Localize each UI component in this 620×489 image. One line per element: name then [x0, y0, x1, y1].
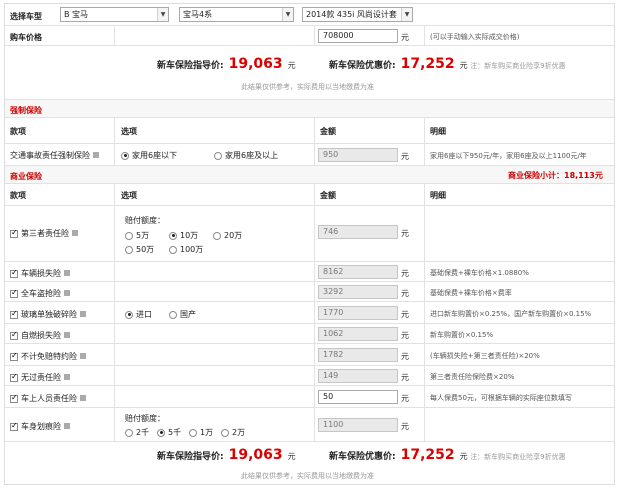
- passenger-amount-input[interactable]: 50: [318, 390, 398, 404]
- radio-icon: [125, 310, 133, 319]
- checkbox-icon[interactable]: [10, 268, 18, 278]
- radio-icon: [125, 245, 133, 254]
- help-icon[interactable]: [72, 229, 78, 236]
- radio-icon: [125, 231, 133, 240]
- checkbox-icon[interactable]: [10, 372, 18, 382]
- scratch-amount: 1100: [318, 418, 398, 432]
- glass-amount: 1770: [318, 306, 398, 320]
- chevron-down-icon: ▼: [157, 8, 168, 21]
- checkbox-icon[interactable]: [10, 351, 18, 361]
- scratch-option-1w[interactable]: 1万: [189, 427, 213, 438]
- vehicle-damage-row: 车辆损失险 8162 元 基础保费+裸车价格×1.0880%: [5, 262, 614, 282]
- no-fault-amount: 149: [318, 369, 398, 383]
- scratch-option-5k[interactable]: 5千: [157, 427, 181, 438]
- help-icon[interactable]: [64, 289, 70, 296]
- help-icon[interactable]: [64, 269, 70, 276]
- third-party-option-50w[interactable]: 50万: [125, 244, 154, 255]
- third-party-amount: 746: [318, 225, 398, 239]
- purchase-price-row: 购车价格 708000 元 (可以手动输入实际成交价格): [5, 26, 614, 46]
- help-icon[interactable]: [93, 151, 99, 158]
- scratch-row: 车身划痕险 赔付额度： 2千 5千 1万 2万 1100 元: [5, 408, 614, 442]
- radio-icon: [221, 428, 229, 437]
- scratch-option-2k[interactable]: 2千: [125, 427, 149, 438]
- radio-icon: [169, 245, 177, 254]
- radio-icon: [169, 231, 177, 240]
- guide-price-value: 19,063: [228, 56, 283, 72]
- compulsory-amount: 950: [318, 148, 398, 162]
- third-party-row: 第三者责任险 赔付额度： 5万 10万 20万 50万 100万 746 元: [5, 206, 614, 262]
- insurance-calculator: 选择车型 B 宝马 ▼ 宝马4系 ▼ 2014款 435i 风尚设计套 ▼ 购车…: [4, 3, 615, 485]
- guide-price-bottom: 新车保险指导价: 19,063 元: [157, 447, 296, 463]
- help-icon[interactable]: [80, 352, 86, 359]
- commercial-title: 商业保险: [10, 172, 42, 181]
- self-ignition-amount: 1062: [318, 327, 398, 341]
- third-party-option-20w[interactable]: 20万: [213, 230, 242, 241]
- checkbox-icon[interactable]: [10, 309, 18, 319]
- third-party-option-10w[interactable]: 10万: [169, 230, 198, 241]
- summary-bottom: 新车保险指导价: 19,063 元 新车保险优惠价: 17,252 元 注：新车购买商业…: [5, 442, 614, 484]
- passenger-row: 车上人员责任险 50 元 每人保费50元，可根据车辆的实际座位数填写: [5, 386, 614, 408]
- compulsory-option-6plus[interactable]: 家用6座及以上: [214, 150, 278, 161]
- chevron-down-icon: ▼: [282, 8, 293, 21]
- radio-icon: [121, 151, 129, 160]
- radio-icon: [125, 428, 133, 437]
- glass-row: 玻璃单独破碎险 进口 国产 1770 元 进口新车购置价×0.25%，国产新车购…: [5, 302, 614, 324]
- help-icon[interactable]: [80, 310, 86, 317]
- guide-price: 新车保险指导价: 19,063 元: [157, 56, 296, 72]
- compulsory-detail: 家用6座以下950元/年，家用6座及以上1100元/年: [430, 152, 587, 160]
- checkbox-icon[interactable]: [10, 288, 18, 298]
- compulsory-item-row: 交通事故责任强制保险 家用6座以下 家用6座及以上 950 元 家用6座以下95…: [5, 144, 614, 166]
- checkbox-icon[interactable]: [10, 330, 18, 340]
- discount-price-bottom: 新车保险优惠价: 17,252 元 注：新车购买商业险享9折优惠: [329, 447, 566, 463]
- radio-icon: [213, 231, 221, 240]
- scratch-option-2w[interactable]: 2万: [221, 427, 245, 438]
- purchase-price-input[interactable]: 708000: [318, 29, 398, 43]
- commercial-header: 款项 选项 金额 明细: [5, 184, 614, 206]
- third-party-option-5w[interactable]: 5万: [125, 230, 149, 241]
- summary-top: 新车保险指导价: 19,063 元 新车保险优惠价: 17,252 元 注：新车购买商业…: [5, 46, 614, 100]
- checkbox-icon[interactable]: [10, 393, 18, 403]
- car-selector-label: 选择车型: [10, 12, 42, 21]
- commercial-subtotal: 商业保险小计：18,113元: [508, 171, 603, 180]
- deductible-amount: 1782: [318, 348, 398, 362]
- commercial-title-row: 商业保险 商业保险小计：18,113元: [5, 166, 614, 184]
- discount-price-value: 17,252: [400, 56, 455, 72]
- radio-icon: [189, 428, 197, 437]
- purchase-price-note: (可以手动输入实际成交价格): [430, 33, 520, 41]
- chevron-down-icon: ▼: [401, 8, 412, 21]
- radio-icon: [169, 310, 177, 319]
- checkbox-icon[interactable]: [10, 421, 18, 431]
- disclaimer: 此结果仅供参考，实际费用以当地缴费为准: [241, 83, 374, 91]
- model-select[interactable]: 2014款 435i 风尚设计套 ▼: [302, 7, 413, 22]
- deductible-row: 不计免赔特约险 1782 元 (车辆损失险+第三者责任险)×20%: [5, 344, 614, 366]
- checkbox-icon[interactable]: [10, 228, 18, 238]
- compulsory-option-under6[interactable]: 家用6座以下: [121, 150, 177, 161]
- radio-icon: [214, 151, 222, 160]
- brand-select[interactable]: B 宝马 ▼: [60, 7, 169, 22]
- series-select[interactable]: 宝马4系 ▼: [179, 7, 294, 22]
- theft-amount: 3292: [318, 285, 398, 299]
- glass-option-import[interactable]: 进口: [125, 309, 152, 320]
- help-icon[interactable]: [64, 422, 70, 429]
- car-selector-row: 选择车型 B 宝马 ▼ 宝马4系 ▼ 2014款 435i 风尚设计套 ▼: [5, 4, 614, 26]
- radio-icon: [157, 428, 165, 437]
- third-party-option-100w[interactable]: 100万: [169, 244, 203, 255]
- compulsory-title: 强制保险: [10, 106, 42, 115]
- theft-row: 全车盗抢险 3292 元 基础保费+裸车价格×费率: [5, 282, 614, 302]
- help-icon[interactable]: [64, 331, 70, 338]
- self-ignition-row: 自燃损失险 1062 元 新车购置价×0.15%: [5, 324, 614, 344]
- compulsory-header: 款项 选项 金额 明细: [5, 118, 614, 144]
- help-icon[interactable]: [80, 394, 86, 401]
- vehicle-damage-amount: 8162: [318, 265, 398, 279]
- discount-note: 注：新车购买商业险享9折优惠: [470, 62, 566, 70]
- help-icon[interactable]: [64, 373, 70, 380]
- compulsory-title-row: 强制保险: [5, 100, 614, 118]
- purchase-price-label: 购车价格: [10, 33, 42, 42]
- no-fault-row: 无过责任险 149 元 第三者责任险保险费×20%: [5, 366, 614, 386]
- discount-price: 新车保险优惠价: 17,252 元 注：新车购买商业险享9折优惠: [329, 56, 566, 72]
- disclaimer-bottom: 此结果仅供参考，实际费用以当地缴费为准: [241, 472, 374, 480]
- glass-option-domestic[interactable]: 国产: [169, 309, 196, 320]
